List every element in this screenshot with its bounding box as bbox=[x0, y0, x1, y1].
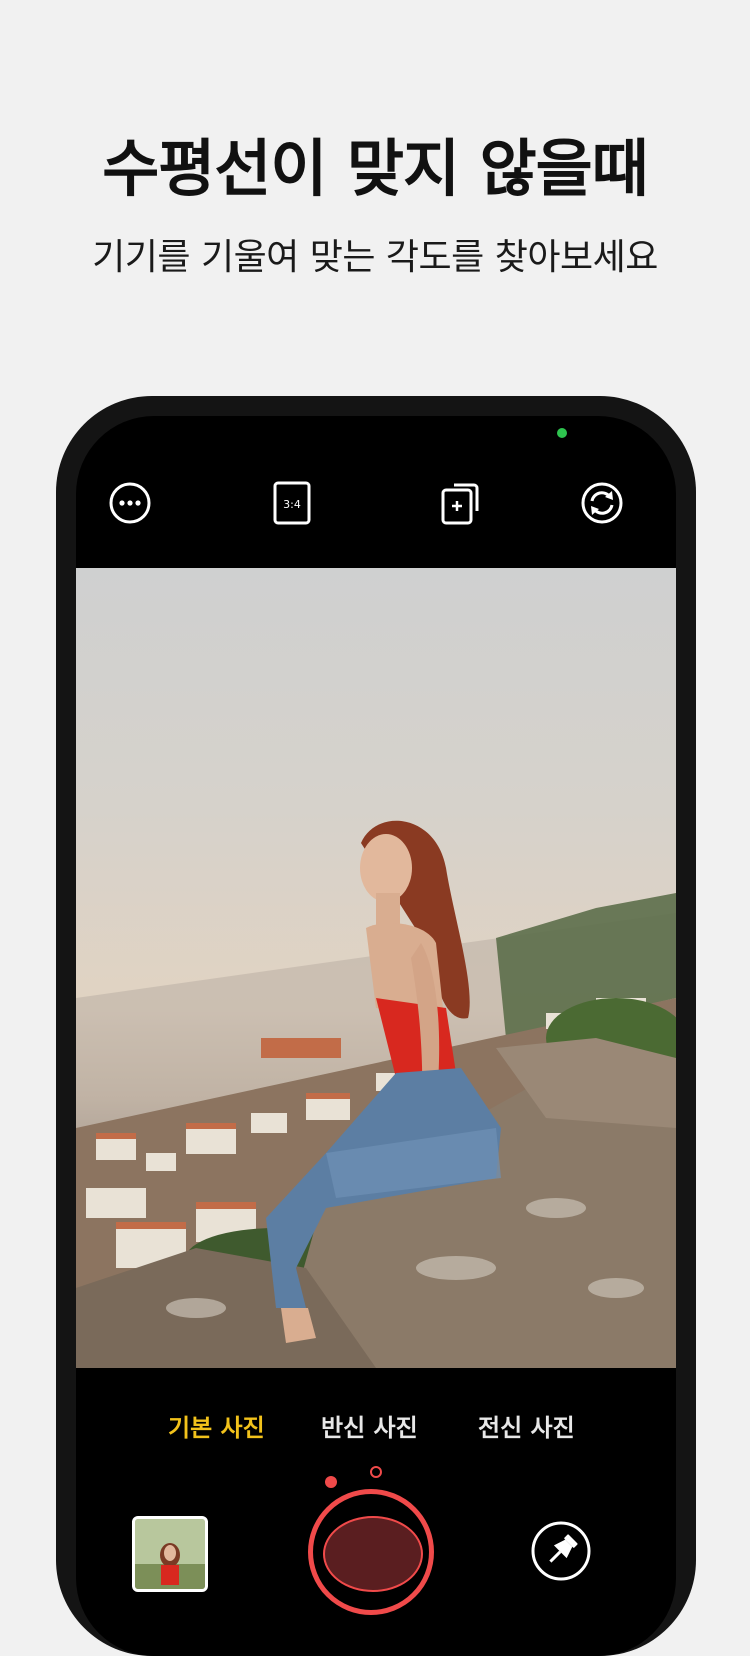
shutter-inner bbox=[323, 1516, 423, 1592]
ratio-button[interactable]: 3:4 bbox=[270, 481, 314, 525]
mode-selector: 기본 사진 반신 사진 전신 사진 bbox=[76, 1408, 676, 1448]
camera-indicator-dot bbox=[557, 428, 567, 438]
ratio-label: 3:4 bbox=[283, 498, 301, 511]
more-icon bbox=[109, 482, 151, 524]
more-button[interactable] bbox=[108, 481, 152, 525]
mode-tab-basic[interactable]: 기본 사진 bbox=[168, 1408, 265, 1443]
viewfinder-photo bbox=[76, 820, 676, 1368]
mode-tab-half-body[interactable]: 반신 사진 bbox=[321, 1408, 418, 1443]
timer-dot-inactive bbox=[370, 1466, 382, 1478]
subline: 기기를 기울여 맞는 각도를 찾아보세요 bbox=[92, 237, 658, 278]
pin-icon bbox=[531, 1521, 591, 1581]
gallery-thumbnail-image bbox=[135, 1519, 205, 1589]
headline: 수평선이 맞지 않을때 bbox=[102, 132, 649, 205]
phone-screen: 3:4 기본 사진 반신 사진 전신 사진 bbox=[76, 416, 676, 1656]
phone-frame: 3:4 기본 사진 반신 사진 전신 사진 bbox=[56, 396, 696, 1656]
ratio-frame-icon: 3:4 bbox=[273, 481, 311, 525]
gallery-thumbnail[interactable] bbox=[132, 1516, 208, 1592]
camera-viewfinder[interactable] bbox=[76, 568, 676, 1368]
shutter-button[interactable] bbox=[308, 1489, 434, 1615]
switch-camera-button[interactable] bbox=[580, 481, 624, 525]
pin-button[interactable] bbox=[530, 1520, 592, 1582]
layout-add-icon bbox=[441, 483, 479, 525]
mode-tab-full-body[interactable]: 전신 사진 bbox=[478, 1408, 575, 1443]
timer-dot-active bbox=[325, 1476, 337, 1488]
layout-button[interactable] bbox=[438, 481, 482, 525]
camera-switch-icon bbox=[581, 482, 623, 524]
